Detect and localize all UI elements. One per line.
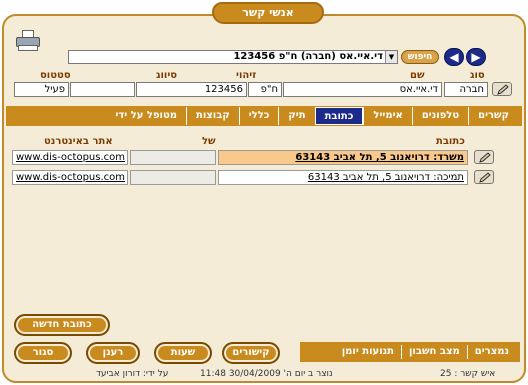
tab-bar: קשרים טלפונים אימייל כתובת תיק כללי קבוצ… — [6, 106, 522, 126]
pencil-icon — [479, 152, 491, 163]
edit-address-button[interactable] — [474, 170, 494, 184]
edit-address-button[interactable] — [474, 150, 494, 164]
name-label: שם — [410, 70, 425, 81]
links-button[interactable]: קישורים — [222, 342, 280, 364]
name-field[interactable]: די.איי.אס — [283, 82, 442, 97]
tab-file[interactable]: תיק — [278, 107, 314, 125]
bottom-tab-account-status[interactable]: מצב חשבון — [401, 345, 467, 359]
website-column-header: אתר באינטרנט — [44, 136, 113, 147]
created-info: נוצר ב יום ה' 30/04/2009 11:48 — [200, 369, 333, 379]
contact-search-value: די.איי.אס (חברה) ח"פ 123456 — [233, 51, 383, 62]
contact-search-select[interactable]: די.איי.אס (חברה) ח"פ 123456 ▼ — [68, 50, 398, 64]
edit-contact-button[interactable] — [492, 82, 512, 96]
hours-button[interactable]: שעות — [154, 342, 212, 364]
tab-general[interactable]: כללי — [238, 107, 279, 125]
pencil-icon — [497, 84, 509, 95]
address-cell[interactable]: משרד: דרויאנוב 5, תל אביב 63143 — [218, 150, 468, 165]
tab-groups[interactable]: קבוצות — [186, 107, 239, 125]
id-label: זיהוי — [236, 70, 257, 81]
tab-phones[interactable]: טלפונים — [411, 107, 468, 125]
classification-field[interactable] — [70, 82, 135, 97]
contact-count: איש קשר : 25 — [440, 369, 496, 379]
status-label: סטטוס — [40, 70, 71, 81]
of-column-header: של — [202, 136, 216, 147]
tab-handled-by[interactable]: מטופל על ידי — [106, 107, 186, 125]
search-button[interactable]: חיפוש — [401, 50, 439, 64]
website-link[interactable]: www.dis-octopus.com — [12, 170, 128, 185]
status-field[interactable]: פעיל — [14, 82, 69, 97]
new-address-button[interactable]: כתובת חדשה — [14, 314, 110, 336]
pencil-icon — [479, 172, 491, 183]
window-title: אנשי קשר — [212, 2, 324, 24]
id-field[interactable]: 123456 — [136, 82, 247, 97]
tab-email[interactable]: אימייל — [363, 107, 411, 125]
bottom-tab-bar: נמצרים מצב חשבון תנועות יומן — [300, 342, 520, 362]
type-label: סוג — [470, 70, 485, 81]
refresh-button[interactable]: רענן — [86, 342, 140, 364]
next-record-button[interactable]: ▶ — [466, 48, 486, 66]
address-cell[interactable]: תמיכה: דרויאנוב 5, תל אביב 63143 — [218, 170, 468, 185]
of-cell — [130, 170, 216, 185]
bottom-tab-suppliers[interactable]: נמצרים — [466, 345, 516, 359]
tab-address[interactable]: כתובת — [314, 107, 364, 125]
type-field[interactable]: חברה — [444, 82, 488, 97]
of-cell — [130, 150, 216, 165]
printer-icon[interactable] — [14, 30, 42, 52]
window-title-label: אנשי קשר — [242, 6, 294, 19]
id-type-field[interactable]: ח"פ — [248, 82, 282, 97]
bottom-tab-journal[interactable]: תנועות יומן — [335, 345, 401, 359]
website-link[interactable]: www.dis-octopus.com — [12, 150, 128, 165]
address-column-header: כתובת — [436, 136, 465, 147]
chevron-down-icon[interactable]: ▼ — [385, 51, 397, 63]
close-button[interactable]: סגור — [14, 342, 72, 364]
tab-links[interactable]: קשרים — [468, 107, 518, 125]
classification-label: סיווג — [156, 70, 178, 81]
created-by-info: על ידי: דורון אביעד — [96, 369, 169, 379]
previous-record-button[interactable]: ◀ — [444, 48, 464, 66]
